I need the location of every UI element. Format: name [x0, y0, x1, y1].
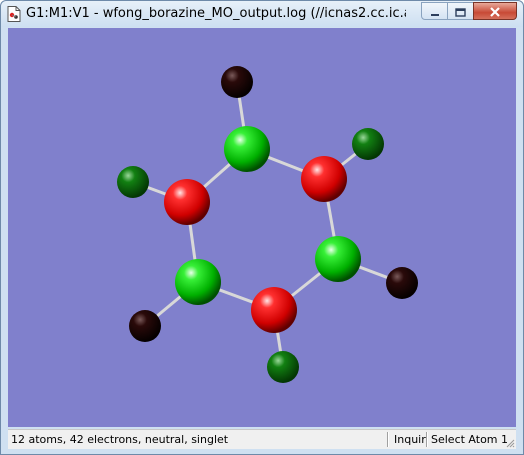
minimize-icon: [430, 2, 440, 21]
atom-hydrogen[interactable]: [117, 166, 149, 198]
atom-hydrogen[interactable]: [129, 310, 161, 342]
maximize-button[interactable]: [447, 2, 474, 20]
document-icon[interactable]: [7, 6, 21, 22]
atom-boron[interactable]: [224, 126, 270, 172]
atom-boron[interactable]: [315, 236, 361, 282]
atoms: [117, 66, 418, 383]
mouse-mode-status: Inquire: [394, 433, 427, 446]
atom-hydrogen[interactable]: [267, 351, 299, 383]
atom-hydrogen[interactable]: [386, 267, 418, 299]
window-controls: [421, 2, 517, 20]
status-bar: 12 atoms, 42 electrons, neutral, singlet…: [8, 429, 516, 449]
molecule-viewport[interactable]: [8, 28, 516, 427]
window-title: G1:M1:V1 - wfong_borazine_MO_output.log …: [26, 6, 406, 21]
close-button[interactable]: [473, 2, 517, 20]
molecule-canvas[interactable]: [8, 28, 516, 427]
atom-nitrogen[interactable]: [251, 287, 297, 333]
atom-boron[interactable]: [175, 259, 221, 305]
molecule-info-status: 12 atoms, 42 electrons, neutral, singlet: [11, 433, 229, 446]
molecule-view-window: G1:M1:V1 - wfong_borazine_MO_output.log …: [0, 0, 524, 455]
atom-nitrogen[interactable]: [301, 156, 347, 202]
minimize-button[interactable]: [421, 2, 448, 20]
status-divider: [387, 432, 389, 447]
title-bar[interactable]: G1:M1:V1 - wfong_borazine_MO_output.log …: [1, 1, 523, 27]
selection-status: Select Atom 1: [431, 433, 509, 446]
atom-hydrogen[interactable]: [221, 66, 253, 98]
maximize-icon: [455, 2, 466, 21]
atom-nitrogen[interactable]: [164, 179, 210, 225]
atom-hydrogen[interactable]: [352, 128, 384, 160]
close-icon: [489, 2, 501, 21]
resize-grip-icon[interactable]: [505, 438, 515, 448]
